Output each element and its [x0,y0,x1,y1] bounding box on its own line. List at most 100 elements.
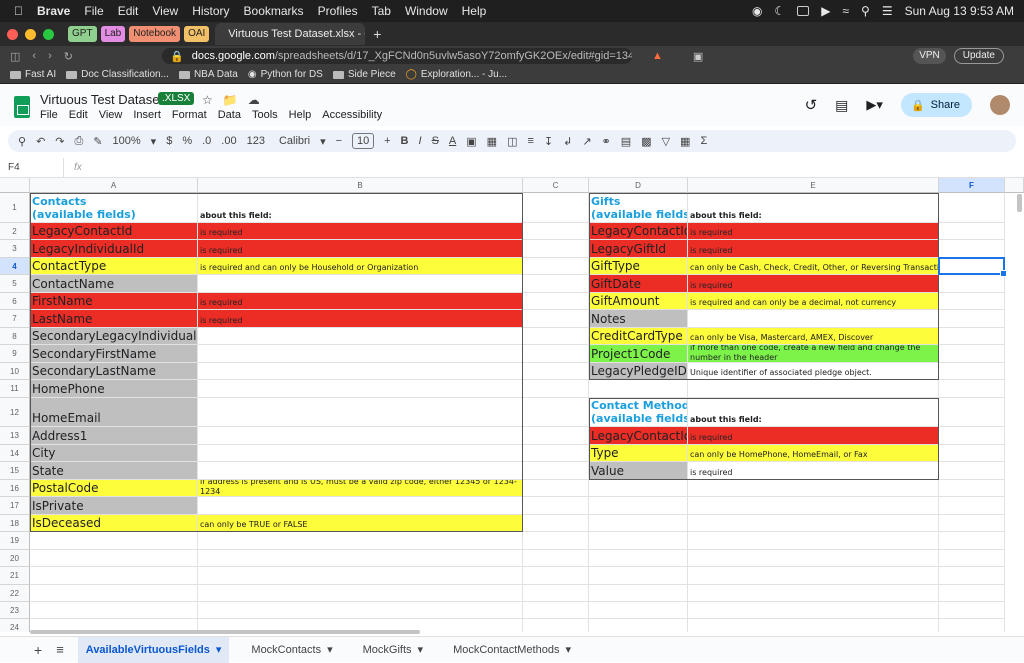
grid-cell[interactable] [523,585,589,602]
select-all-corner[interactable] [0,178,30,193]
grid-cell[interactable] [198,532,523,550]
gifts-field-note[interactable] [688,310,939,328]
gifts-field-note[interactable]: is required [688,240,939,258]
font-size-input[interactable]: 10 [352,133,375,149]
row-header-13[interactable]: 13 [0,427,30,445]
row-header-15[interactable]: 15 [0,462,30,480]
add-sheet-icon[interactable]: + [34,642,42,658]
row-header-16[interactable]: 16 [0,480,30,497]
sheet-tab-mockcontactmethods[interactable]: MockContactMethods ▾ [445,637,579,663]
contact_methods-field-name[interactable]: Type [589,445,688,462]
gifts-field-note[interactable]: can only be Cash, Check, Credit, Other, … [688,258,939,275]
grid-cell[interactable] [30,550,198,567]
grid-cell[interactable] [523,445,589,462]
grid-cell[interactable] [939,223,1005,240]
sheets-menu-edit[interactable]: Edit [69,109,88,121]
contacts-field-note[interactable] [198,380,523,398]
contacts-field-name[interactable]: HomeEmail [30,398,198,427]
gifts-field-name[interactable]: CreditCardType [589,328,688,345]
column-header-a[interactable]: A [30,178,198,193]
filter-icon[interactable]: ▽ [662,135,670,148]
grid-cell[interactable] [939,293,1005,310]
grid-cell[interactable] [523,619,589,632]
column-header-e[interactable]: E [688,178,939,193]
vertical-align-icon[interactable]: ↧ [544,135,553,148]
comments-icon[interactable]: ▤ [835,97,848,114]
contacts-field-note[interactable]: if address is present and is US, must be… [198,480,523,497]
grid-cell[interactable] [688,497,939,515]
menu-bookmarks[interactable]: Bookmarks [244,4,304,18]
grid-cell[interactable] [198,602,523,619]
column-header-c[interactable]: C [523,178,589,193]
text-wrap-icon[interactable]: ↲ [563,135,572,148]
focus-icon[interactable]: ◉ [752,4,762,18]
grid-cell[interactable] [523,515,589,532]
contacts-field-name[interactable]: ContactType [30,258,198,275]
chevron-down-icon[interactable]: ▾ [418,643,424,656]
contact_methods-field-note[interactable]: is required [688,427,939,445]
bold-icon[interactable]: B [401,135,409,147]
filter-views-icon[interactable]: ▦ [680,135,690,148]
bookmark-nba-data[interactable]: NBA Data [178,69,238,80]
grid-cell[interactable] [589,585,688,602]
text-rotation-icon[interactable]: ↗ [582,135,591,148]
bookmark-side-piece[interactable]: Side Piece [332,69,396,80]
grid-cell[interactable] [589,550,688,567]
contacts-field-note[interactable]: is required and can only be Household or… [198,258,523,275]
search-menus-icon[interactable]: ⚲ [18,135,26,148]
row-header-20[interactable]: 20 [0,550,30,567]
sheets-logo-icon[interactable] [14,96,30,118]
move-folder-icon[interactable]: 📁 [223,93,238,107]
row-header-21[interactable]: 21 [0,567,30,585]
insert-link-icon[interactable]: ⚭ [602,135,611,148]
grid-cell[interactable] [523,427,589,445]
chevron-down-icon[interactable]: ▾ [327,643,333,656]
back-icon[interactable]: ‹ [32,50,36,63]
contacts-field-name[interactable]: LegacyContactId [30,223,198,240]
grid-cell[interactable] [688,532,939,550]
row-header-6[interactable]: 6 [0,293,30,310]
menu-help[interactable]: Help [462,4,487,18]
grid-cell[interactable] [30,602,198,619]
contacts-field-name[interactable]: IsPrivate [30,497,198,515]
gifts-field-note[interactable]: if more than one code, create a new fiel… [688,345,939,363]
chevron-down-icon[interactable]: ▾ [320,135,326,148]
row-header-22[interactable]: 22 [0,585,30,602]
contacts-field-note[interactable] [198,328,523,345]
grid-cell[interactable] [523,462,589,480]
grid-cell[interactable] [198,585,523,602]
currency-format-button[interactable]: $ [166,135,172,147]
paint-format-icon[interactable]: ✎ [93,135,102,148]
contacts-field-name[interactable]: SecondaryFirstName [30,345,198,363]
pinned-tab-oai[interactable]: OAI [184,26,210,42]
all-sheets-icon[interactable]: ≡ [56,642,64,657]
bookmark-exploration[interactable]: ◯ Exploration... - Ju... [406,69,507,80]
row-header-8[interactable]: 8 [0,328,30,345]
grid-cell[interactable] [939,363,1005,380]
grid-cell[interactable] [523,275,589,293]
contacts-field-name[interactable]: IsDeceased [30,515,198,532]
grid-cell[interactable] [589,602,688,619]
grid-cell[interactable] [523,380,589,398]
contact_methods-field-name[interactable]: LegacyContactId [589,427,688,445]
grid-cell[interactable] [523,602,589,619]
horizontal-align-icon[interactable]: ≡ [527,135,533,147]
grid-cell[interactable] [939,275,1005,293]
menu-window[interactable]: Window [405,4,448,18]
row-header-1[interactable]: 1 [0,193,30,223]
grid-cell[interactable] [939,602,1005,619]
contacts-field-name[interactable]: Address1 [30,427,198,445]
vertical-scrollbar[interactable] [1017,194,1022,212]
grid-cell[interactable] [939,532,1005,550]
grid-cell[interactable] [523,293,589,310]
contacts-field-name[interactable]: State [30,462,198,480]
grid-cell[interactable] [939,480,1005,497]
contacts-field-note[interactable] [198,398,523,427]
functions-icon[interactable]: Σ [700,135,707,147]
row-header-14[interactable]: 14 [0,445,30,462]
contacts-field-note[interactable] [198,462,523,480]
grid-cell[interactable] [523,223,589,240]
chevron-down-icon[interactable]: ▾ [151,135,157,148]
menu-app-name[interactable]: Brave [37,4,70,18]
minimize-window-icon[interactable] [25,28,36,40]
